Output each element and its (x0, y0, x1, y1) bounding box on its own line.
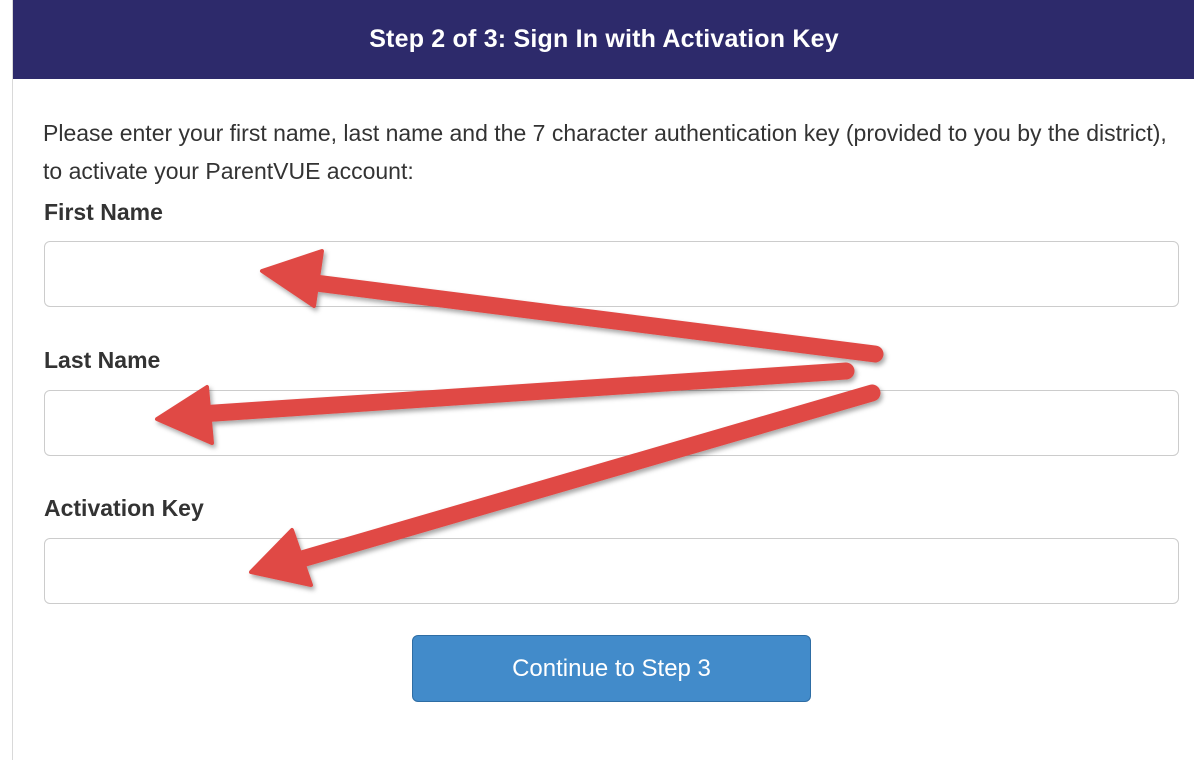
activation-key-label: Activation Key (44, 495, 204, 521)
first-name-field[interactable] (44, 241, 1179, 307)
first-name-label: First Name (44, 199, 163, 225)
panel-header: Step 2 of 3: Sign In with Activation Key (13, 0, 1194, 79)
activation-panel: Step 2 of 3: Sign In with Activation Key… (12, 0, 1194, 760)
activation-key-field[interactable] (44, 538, 1179, 604)
last-name-label: Last Name (44, 347, 161, 373)
last-name-field[interactable] (44, 390, 1179, 456)
intro-text: Please enter your first name, last name … (43, 120, 1167, 184)
continue-button[interactable]: Continue to Step 3 (412, 635, 811, 702)
page-title: Step 2 of 3: Sign In with Activation Key (369, 25, 839, 53)
